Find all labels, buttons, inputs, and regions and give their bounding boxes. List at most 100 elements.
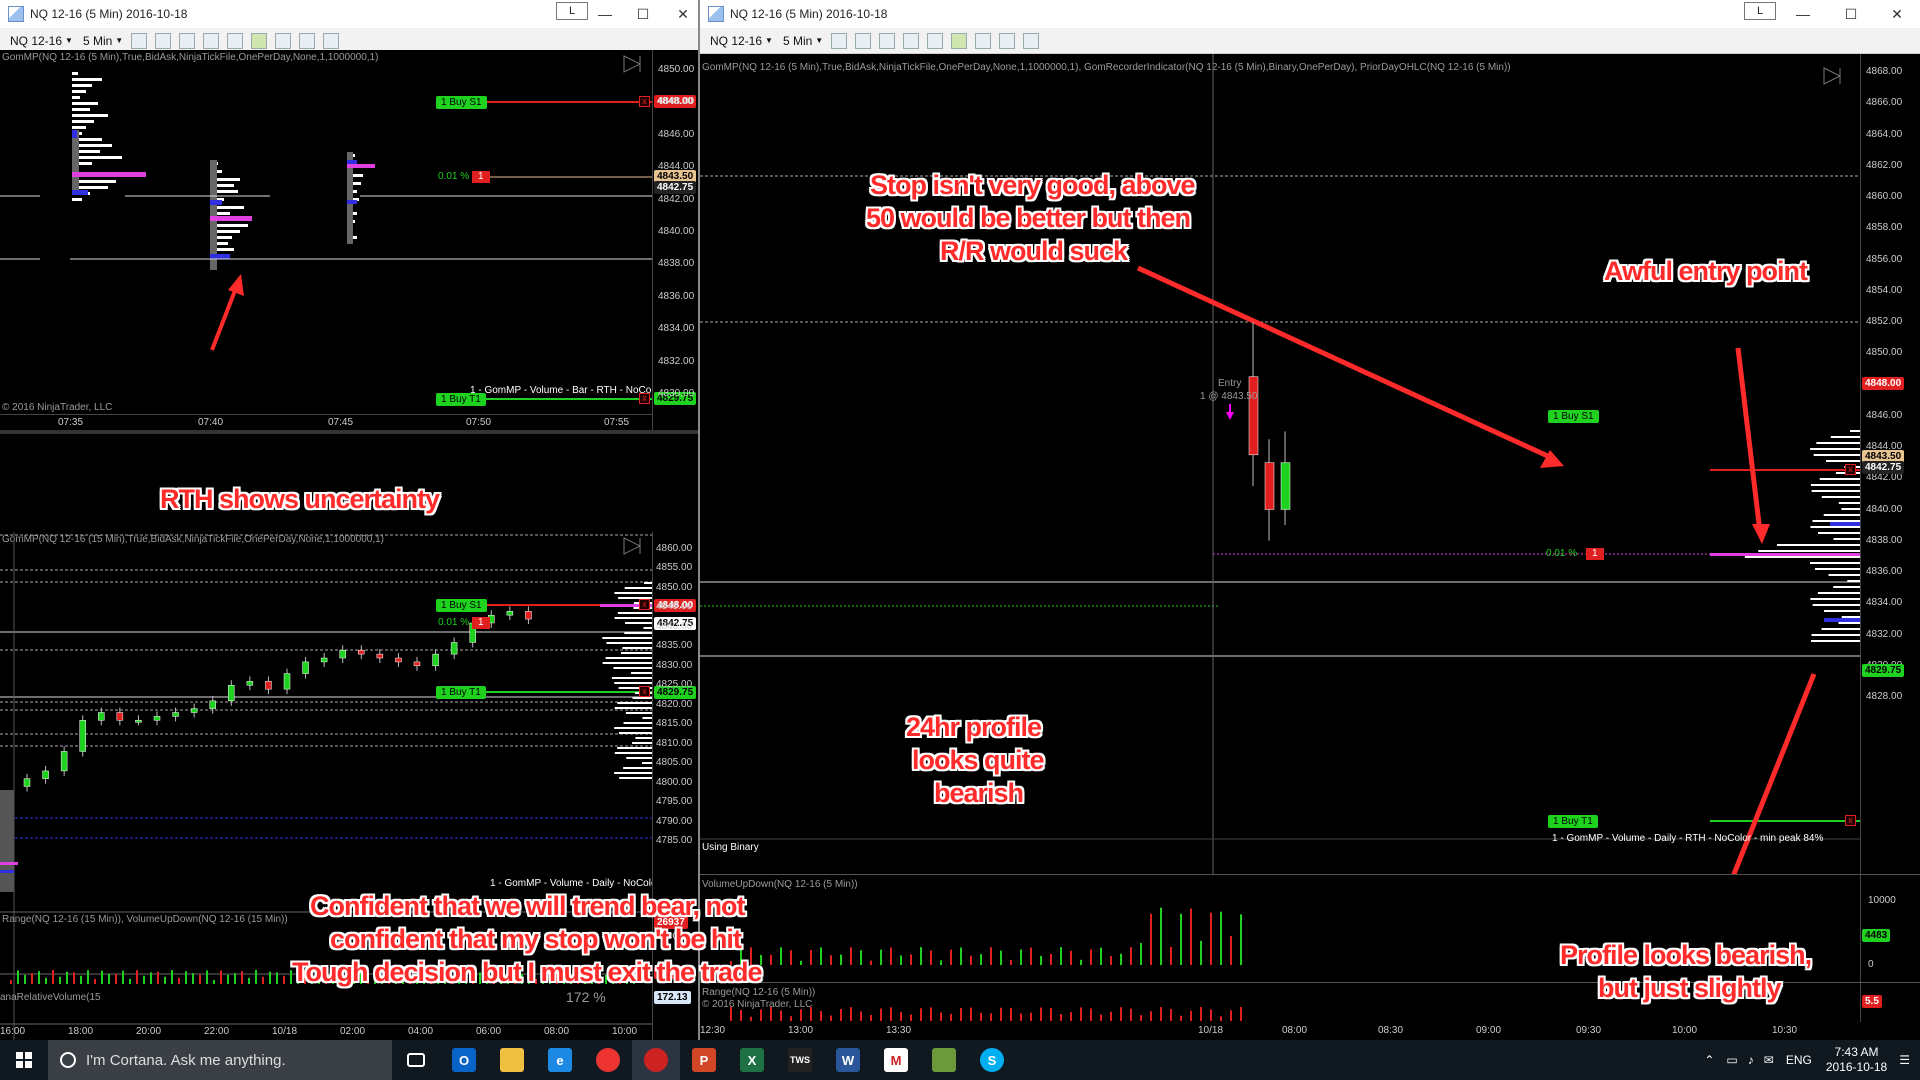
annotation-confident-1: Confident that we will trend bear, not (310, 891, 746, 921)
volume-bar (24, 974, 26, 984)
pencil-icon[interactable] (155, 32, 172, 49)
stop-order-s1[interactable]: 1 Buy S1 (436, 599, 487, 612)
cancel-stop-icon[interactable]: x (1845, 464, 1856, 475)
interval-selector[interactable]: 5 Min ▼ (83, 34, 123, 48)
properties-icon[interactable] (975, 32, 992, 49)
file-explorer-icon[interactable] (488, 1040, 536, 1080)
image-icon[interactable] (299, 32, 316, 49)
volume-bar (45, 977, 47, 984)
volume-bar (101, 970, 103, 984)
right-xaxis: 12:30 13:00 13:30 10/18 08:00 08:30 09:0… (700, 1022, 1860, 1040)
pencil-icon[interactable] (855, 32, 872, 49)
y-tick: 4840.00 (656, 620, 693, 632)
cancel-target-icon[interactable]: x (639, 686, 650, 697)
instrument-selector[interactable]: NQ 12-16 ▼ (10, 34, 73, 48)
target-order-t1[interactable]: 1 Buy T1 (1548, 815, 1598, 828)
cortana-search-box[interactable]: I'm Cortana. Ask me anything. (48, 1040, 392, 1080)
profile-bar (621, 652, 652, 654)
skype-icon[interactable]: S (968, 1040, 1016, 1080)
edge-icon[interactable]: e (536, 1040, 584, 1080)
profile-bar (1810, 484, 1860, 486)
position-qty[interactable]: 1 (1586, 548, 1604, 560)
image-icon[interactable] (999, 32, 1016, 49)
zoom-icon[interactable] (927, 32, 944, 49)
outlook-icon[interactable]: O (440, 1040, 488, 1080)
task-view-icon[interactable] (392, 1040, 440, 1080)
x-tick: 07:45 (328, 417, 354, 428)
annotation-entry: Awful entry point (1604, 256, 1808, 286)
cancel-target-icon[interactable]: x (1845, 815, 1856, 826)
network-icon[interactable]: ▭ (1726, 1053, 1737, 1067)
bar-style-icon[interactable] (831, 32, 848, 49)
volume-bar (283, 975, 285, 984)
minimize-icon[interactable]: — (1780, 0, 1826, 28)
volume-bar (1070, 950, 1072, 965)
x-tick: 06:00 (476, 1026, 502, 1037)
cancel-target-icon[interactable]: x (639, 393, 650, 404)
line-tool-icon[interactable] (131, 32, 148, 49)
data-box-icon[interactable] (323, 32, 340, 49)
pnl-percent: 0.01 % (1546, 548, 1578, 559)
stop-order-s1[interactable]: 1 Buy S1 (436, 96, 487, 109)
interval-selector[interactable]: 5 Min ▼ (783, 34, 823, 48)
clock-date: 2016-10-18 (1825, 1060, 1888, 1074)
candle (116, 712, 124, 721)
right-window-titlebar[interactable]: NQ 12-16 (5 Min) 2016-10-18 L — ☐ ✕ (700, 0, 1920, 28)
instrument-selector[interactable]: NQ 12-16 ▼ (710, 34, 773, 48)
pointer-icon[interactable] (903, 32, 920, 49)
stop-order-s1[interactable]: 1 Buy S1 (1548, 410, 1599, 423)
left-panel-splitter[interactable] (0, 430, 698, 434)
volume-bar (220, 970, 222, 984)
start-button[interactable] (0, 1040, 48, 1080)
volume-bar (108, 973, 110, 984)
x-tick: 22:00 (204, 1026, 230, 1037)
pointer-icon[interactable] (203, 32, 220, 49)
target-order-t1[interactable]: 1 Buy T1 (436, 686, 486, 699)
left-top-chart[interactable]: GomMP(NQ 12-16 (5 Min),True,BidAsk,Ninja… (0, 50, 698, 430)
range-bar (990, 1013, 992, 1021)
volume-icon[interactable]: ♪ (1748, 1053, 1754, 1067)
properties-icon[interactable] (275, 32, 292, 49)
powerpoint-icon[interactable]: P (680, 1040, 728, 1080)
chart-trader-icon[interactable] (251, 32, 268, 49)
left-window-titlebar[interactable]: NQ 12-16 (5 Min) 2016-10-18 L — ☐ ✕ (0, 0, 698, 28)
gmail-icon[interactable]: M (872, 1040, 920, 1080)
wand-icon[interactable] (879, 32, 896, 49)
profile-bar (1850, 430, 1860, 432)
clock[interactable]: 7:43 AM 2016-10-18 (1826, 1045, 1887, 1075)
position-qty[interactable]: 1 (472, 171, 490, 183)
ninjatrader-icon[interactable] (632, 1040, 680, 1080)
zoom-icon[interactable] (227, 32, 244, 49)
chart-trader-icon[interactable] (951, 32, 968, 49)
volume-tick: 10000 (1868, 895, 1896, 906)
notifications-icon[interactable]: ☰ (1899, 1053, 1910, 1067)
chrome-icon[interactable] (584, 1040, 632, 1080)
range-bar (1180, 1015, 1182, 1021)
profile-bar (1812, 604, 1860, 606)
word-icon[interactable]: W (824, 1040, 872, 1080)
volume-bar (790, 950, 792, 965)
x-tick: 18:00 (68, 1026, 94, 1037)
language-indicator[interactable]: ENG (1786, 1053, 1812, 1067)
data-box-icon[interactable] (1023, 32, 1040, 49)
tray-chevron-icon[interactable]: ⌃ (1704, 1053, 1714, 1067)
wand-icon[interactable] (179, 32, 196, 49)
maximize-icon[interactable]: ☐ (1828, 0, 1874, 28)
position-qty[interactable]: 1 (472, 617, 490, 629)
profile-bar (630, 672, 652, 674)
tws-icon[interactable]: TWS (776, 1040, 824, 1080)
close-icon[interactable]: ✕ (1874, 0, 1920, 28)
cancel-stop-icon[interactable]: x (639, 96, 650, 107)
y-tick: 4815.00 (656, 718, 693, 730)
app-icon[interactable] (920, 1040, 968, 1080)
chat-icon[interactable]: ✉ (1764, 1053, 1774, 1067)
excel-icon[interactable]: X (728, 1040, 776, 1080)
target-order-t1[interactable]: 1 Buy T1 (436, 393, 486, 406)
link-button[interactable]: L (1744, 2, 1776, 20)
volume-bar (234, 973, 236, 984)
cancel-stop-icon[interactable]: x (639, 599, 650, 610)
annotation-rth: RTH shows uncertainty (160, 484, 440, 514)
profile-bar (614, 682, 652, 684)
y-tick: 4836.00 (658, 290, 695, 302)
profile-bar (1819, 478, 1860, 480)
